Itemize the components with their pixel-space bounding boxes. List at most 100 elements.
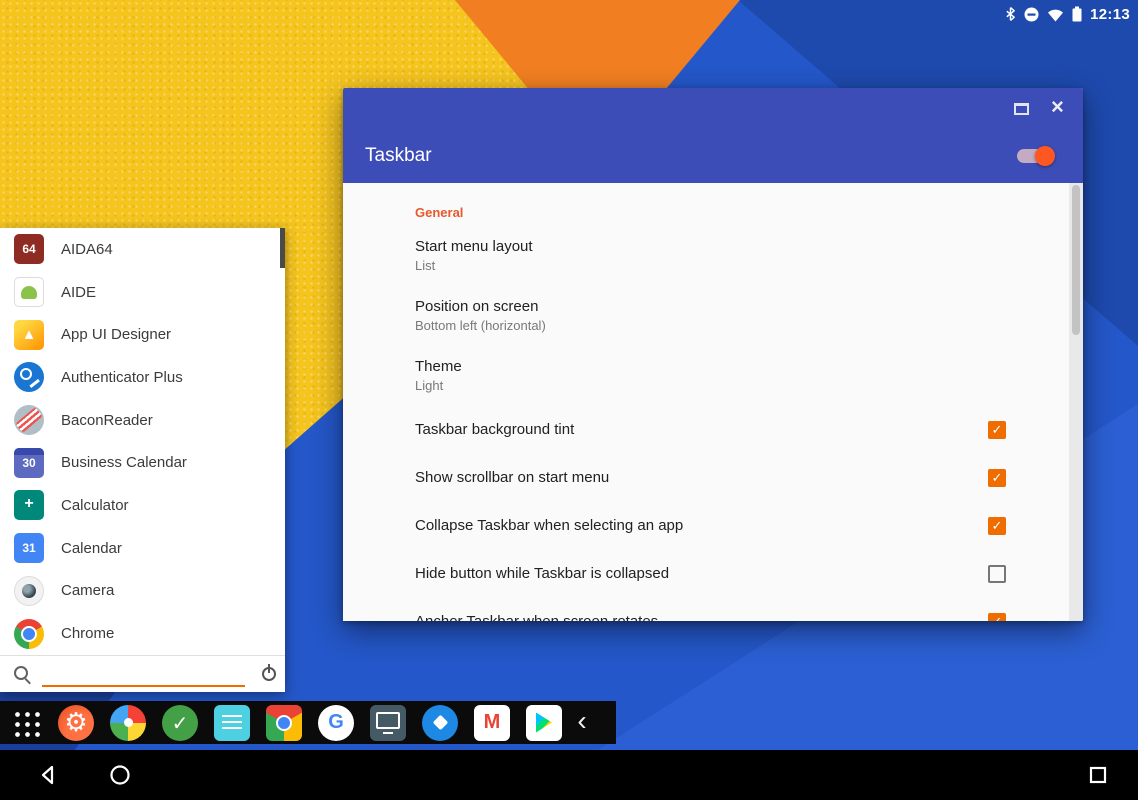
status-clock: 12:13 bbox=[1090, 6, 1130, 23]
taskbar: G M bbox=[0, 701, 616, 744]
app-row[interactable]: Authenticator Plus bbox=[0, 356, 285, 399]
preference-row[interactable]: Show scrollbar on start menu bbox=[343, 454, 1069, 502]
app-row[interactable]: App UI Designer bbox=[0, 313, 285, 356]
taskbar-settings-window: Taskbar General Start menu layout List P… bbox=[343, 88, 1083, 621]
check-app-icon[interactable] bbox=[162, 705, 198, 741]
preference-title: Show scrollbar on start menu bbox=[415, 468, 959, 488]
window-header: Taskbar bbox=[343, 88, 1083, 183]
section-header: General bbox=[343, 183, 1069, 226]
preference-row[interactable]: Taskbar background tint bbox=[343, 406, 1069, 454]
camera-icon bbox=[14, 576, 44, 606]
app-label: App UI Designer bbox=[61, 326, 171, 343]
preference-subtitle: Bottom left (horizontal) bbox=[415, 317, 959, 335]
start-button[interactable] bbox=[0, 701, 50, 744]
apps-grid-icon bbox=[11, 708, 40, 737]
app-label: Calculator bbox=[61, 497, 129, 514]
app-row[interactable]: AIDE bbox=[0, 271, 285, 314]
app-label: Calendar bbox=[61, 540, 122, 557]
preference-subtitle: List bbox=[415, 257, 959, 275]
calculator-icon bbox=[14, 490, 44, 520]
baconreader-icon bbox=[14, 405, 44, 435]
preference-checkbox[interactable] bbox=[988, 517, 1006, 535]
app-row[interactable]: 31 Calendar bbox=[0, 527, 285, 570]
android-monitor-icon[interactable] bbox=[370, 705, 406, 741]
recents-button[interactable] bbox=[1074, 750, 1122, 800]
preference-title: Theme bbox=[415, 357, 959, 377]
preference-row[interactable]: Anchor Taskbar when screen rotates bbox=[343, 598, 1069, 621]
preference-title: Anchor Taskbar when screen rotates bbox=[415, 612, 959, 621]
preference-row[interactable]: Start menu layout List bbox=[343, 226, 1069, 286]
app-label: BaconReader bbox=[61, 412, 153, 429]
app-row[interactable]: Calculator bbox=[0, 484, 285, 527]
app-list: 64 AIDA64 AIDE App UI Designer Authentic… bbox=[0, 228, 285, 655]
preference-title: Collapse Taskbar when selecting an app bbox=[415, 516, 959, 536]
taskbar-app-icons: G M bbox=[50, 701, 570, 744]
preference-checkbox[interactable] bbox=[988, 613, 1006, 621]
home-button[interactable] bbox=[96, 750, 144, 800]
app-label: Camera bbox=[61, 582, 114, 599]
aide-icon bbox=[14, 277, 44, 307]
bluetooth-icon bbox=[1005, 6, 1016, 22]
preference-row[interactable]: Collapse Taskbar when selecting an app bbox=[343, 502, 1069, 550]
preference-title: Taskbar background tint bbox=[415, 420, 959, 440]
play-store-icon[interactable] bbox=[526, 705, 562, 741]
app-label: AIDA64 bbox=[61, 241, 113, 258]
toggle-knob bbox=[1035, 146, 1055, 166]
preference-subtitle: Light bbox=[415, 377, 959, 395]
preference-row[interactable]: Position on screen Bottom left (horizont… bbox=[343, 286, 1069, 346]
preference-title: Hide button while Taskbar is collapsed bbox=[415, 564, 959, 584]
search-bar bbox=[0, 655, 285, 692]
aida64-icon: 64 bbox=[14, 234, 44, 264]
navigation-bar bbox=[0, 750, 1138, 800]
google-icon[interactable]: G bbox=[318, 705, 354, 741]
app-row[interactable]: BaconReader bbox=[0, 399, 285, 442]
start-menu: 64 AIDA64 AIDE App UI Designer Authentic… bbox=[0, 228, 285, 692]
preference-checkbox[interactable] bbox=[988, 469, 1006, 487]
preference-list: Start menu layout List Position on scree… bbox=[343, 226, 1069, 621]
chrome-icon bbox=[14, 619, 44, 649]
app-row[interactable]: 64 AIDA64 bbox=[0, 228, 285, 271]
app-label: AIDE bbox=[61, 284, 96, 301]
preference-title: Start menu layout bbox=[415, 237, 959, 257]
authenticator-plus-icon bbox=[14, 362, 44, 392]
start-menu-scrollbar[interactable] bbox=[280, 228, 285, 268]
status-bar: 12:13 bbox=[1005, 4, 1130, 24]
app-row[interactable]: 30 Business Calendar bbox=[0, 441, 285, 484]
preference-title: Position on screen bbox=[415, 297, 959, 317]
window-title: Taskbar bbox=[365, 145, 432, 167]
settings-list: General Start menu layout List Position … bbox=[343, 183, 1069, 621]
preference-row[interactable]: Hide button while Taskbar is collapsed bbox=[343, 550, 1069, 598]
gmail-icon[interactable]: M bbox=[474, 705, 510, 741]
preference-checkbox[interactable] bbox=[988, 565, 1006, 583]
blue-app-icon[interactable] bbox=[422, 705, 458, 741]
battery-icon bbox=[1072, 6, 1082, 22]
app-row[interactable]: Chrome bbox=[0, 612, 285, 655]
service-toggle[interactable] bbox=[1017, 149, 1053, 163]
restore-window-icon[interactable] bbox=[1014, 103, 1029, 115]
calendar-icon: 31 bbox=[14, 533, 44, 563]
collapse-taskbar-button[interactable] bbox=[570, 701, 594, 744]
business-calendar-icon: 30 bbox=[14, 448, 44, 478]
close-window-icon[interactable] bbox=[1049, 100, 1067, 118]
chrome-icon[interactable] bbox=[266, 705, 302, 741]
app-label: Authenticator Plus bbox=[61, 369, 183, 386]
screen: 12:13 Taskbar General Start menu layout … bbox=[0, 0, 1138, 800]
wifi-icon bbox=[1047, 7, 1064, 22]
app-ui-designer-icon bbox=[14, 320, 44, 350]
window-scrollbar[interactable] bbox=[1069, 183, 1083, 621]
app-label: Chrome bbox=[61, 625, 114, 642]
app-label: Business Calendar bbox=[61, 454, 187, 471]
scrollbar-thumb[interactable] bbox=[1072, 185, 1080, 335]
settings-icon[interactable] bbox=[58, 705, 94, 741]
power-button-icon[interactable] bbox=[259, 664, 279, 684]
preference-checkbox[interactable] bbox=[988, 421, 1006, 439]
back-button[interactable] bbox=[24, 750, 72, 800]
preference-row[interactable]: Theme Light bbox=[343, 346, 1069, 406]
app-row[interactable]: Camera bbox=[0, 570, 285, 613]
note-app-icon[interactable] bbox=[214, 705, 250, 741]
search-input[interactable] bbox=[42, 661, 245, 687]
photos-icon[interactable] bbox=[110, 705, 146, 741]
window-controls bbox=[1014, 100, 1067, 118]
do-not-disturb-icon bbox=[1024, 7, 1039, 22]
search-icon bbox=[12, 664, 32, 684]
